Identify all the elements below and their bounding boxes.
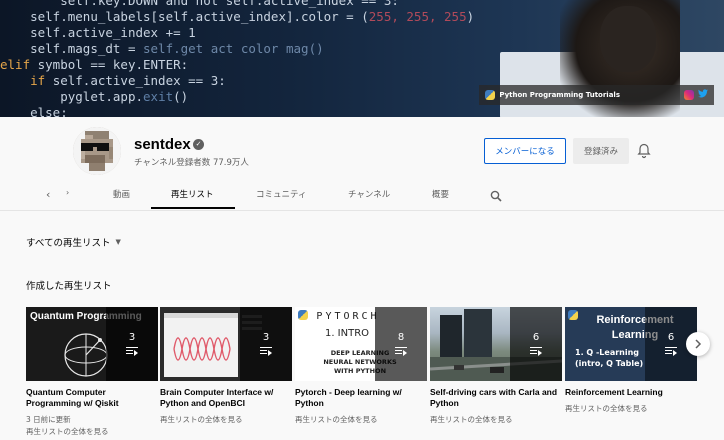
banner-code-line: self.key.DOWN and not self.active_index … bbox=[60, 0, 399, 8]
view-full-playlist-link[interactable]: 再生リストの全体を見る bbox=[430, 414, 562, 425]
banner-code-line: else: bbox=[30, 105, 68, 117]
playlist-thumbnail[interactable]: Quantum Programming 3 bbox=[26, 307, 158, 381]
banner-code-line: self.menu_labels[self.active_index].colo… bbox=[30, 9, 475, 24]
playlist-icon bbox=[665, 347, 677, 356]
playlist-thumbnail[interactable]: 3 bbox=[160, 307, 292, 381]
playlist-title[interactable]: Quantum Computer Programming w/ Qiskit bbox=[26, 387, 158, 409]
python-logo-icon bbox=[485, 90, 496, 100]
chevron-right-icon bbox=[695, 339, 702, 349]
playlist-card[interactable]: PYTORCH 1. INTRO DEEP LEARNING NEURAL NE… bbox=[295, 307, 427, 425]
channel-tabs: ‹ › 動画 再生リスト コミュニティ チャンネル 概要 bbox=[0, 183, 724, 210]
section-title: 作成した再生リスト bbox=[26, 281, 112, 292]
playlist-count-overlay: 8 bbox=[375, 307, 427, 381]
playlists-section: すべての再生リスト ▼ 作成した再生リスト Quantum Programmin… bbox=[0, 210, 724, 440]
playlist-card[interactable]: 3 Brain Computer Interface w/ Python and… bbox=[160, 307, 292, 425]
playlist-icon bbox=[395, 347, 407, 356]
twitter-icon[interactable] bbox=[698, 89, 708, 101]
playlist-title[interactable]: Brain Computer Interface w/ Python and O… bbox=[160, 387, 292, 409]
banner-code: self.key.DOWN and not self.active_index … bbox=[0, 0, 474, 117]
subscriber-count: チャンネル登録者数 77.9万人 bbox=[134, 158, 249, 168]
python-programming-link[interactable]: Python Programming Tutorials bbox=[485, 90, 620, 100]
join-membership-button[interactable]: メンバーになる bbox=[484, 138, 566, 164]
video-count: 6 bbox=[532, 332, 540, 343]
playlist-thumbnail[interactable]: PYTORCH 1. INTRO DEEP LEARNING NEURAL NE… bbox=[295, 307, 427, 381]
tab-playlists[interactable]: 再生リスト bbox=[171, 188, 214, 200]
video-count: 3 bbox=[128, 332, 136, 343]
thumbnail-subtitle: 1. Q -Learning (intro, Q Table) bbox=[575, 348, 644, 368]
playlist-title[interactable]: Pytorch - Deep learning w/ Python bbox=[295, 387, 427, 409]
sort-label: すべての再生リスト bbox=[26, 238, 111, 249]
video-count: 3 bbox=[262, 332, 270, 343]
bell-icon[interactable] bbox=[637, 143, 651, 159]
playlist-card[interactable]: Quantum Programming 3 Quantum Computer P… bbox=[26, 307, 158, 437]
tab-channels[interactable]: チャンネル bbox=[348, 188, 390, 200]
channel-name[interactable]: sentdex bbox=[134, 136, 191, 153]
playlist-icon bbox=[260, 347, 272, 356]
playlist-title[interactable]: Reinforcement Learning bbox=[565, 387, 697, 398]
playlist-count-overlay: 3 bbox=[106, 307, 158, 381]
check-circle-icon: ✓ bbox=[193, 139, 204, 150]
playlist-updated: 3 日前に更新 bbox=[26, 415, 71, 424]
playlist-thumbnail[interactable]: 6 bbox=[430, 307, 562, 381]
banner-links: Python Programming Tutorials bbox=[479, 85, 714, 105]
caret-down-icon: ▼ bbox=[115, 238, 121, 246]
playlist-thumbnail[interactable]: Reinforcement Learning 1. Q -Learning (i… bbox=[565, 307, 697, 381]
active-tab-indicator bbox=[151, 207, 235, 209]
playlist-icon bbox=[126, 347, 138, 356]
channel-banner: self.key.DOWN and not self.active_index … bbox=[0, 0, 724, 117]
playlist-card[interactable]: 6 Self-driving cars with Carla and Pytho… bbox=[430, 307, 562, 425]
tab-more[interactable]: › bbox=[66, 188, 69, 197]
video-count: 6 bbox=[667, 332, 675, 343]
python-logo-icon bbox=[568, 310, 578, 320]
banner-link-label: Python Programming Tutorials bbox=[499, 91, 620, 99]
banner-code-line: elif symbol == key.ENTER: bbox=[0, 57, 189, 72]
carousel-next-button[interactable] bbox=[686, 332, 710, 356]
tab-about[interactable]: 概要 bbox=[432, 188, 449, 200]
tab-community[interactable]: コミュニティ bbox=[256, 188, 307, 200]
avatar[interactable] bbox=[73, 127, 121, 175]
search-icon[interactable] bbox=[490, 187, 502, 202]
playlist-card[interactable]: Reinforcement Learning 1. Q -Learning (i… bbox=[565, 307, 697, 414]
banner-code-line: if self.active_index == 3: bbox=[30, 73, 226, 88]
banner-person-head bbox=[600, 6, 656, 72]
view-full-playlist-link[interactable]: 再生リストの全体を見る bbox=[26, 426, 158, 437]
tabs-scroll-left-icon[interactable]: ‹ bbox=[46, 188, 50, 201]
view-full-playlist-link[interactable]: 再生リストの全体を見る bbox=[295, 414, 427, 425]
video-count: 8 bbox=[397, 332, 405, 343]
subscribed-button[interactable]: 登録済み bbox=[573, 138, 629, 164]
sort-playlists-dropdown[interactable]: すべての再生リスト ▼ bbox=[26, 235, 121, 249]
banner-code-line: self.active_index += 1 bbox=[30, 25, 196, 40]
banner-code-line: self.mags_dt = self.get act color mag() bbox=[30, 41, 324, 56]
instagram-icon[interactable] bbox=[684, 90, 694, 100]
playlist-title[interactable]: Self-driving cars with Carla and Python bbox=[430, 387, 562, 409]
tab-videos[interactable]: 動画 bbox=[113, 188, 130, 200]
view-full-playlist-link[interactable]: 再生リストの全体を見る bbox=[565, 403, 697, 414]
playlist-count-overlay: 6 bbox=[510, 307, 562, 381]
playlist-icon bbox=[530, 347, 542, 356]
playlist-count-overlay: 3 bbox=[240, 307, 292, 381]
view-full-playlist-link[interactable]: 再生リストの全体を見る bbox=[160, 414, 292, 425]
banner-code-line: pyglet.app.exit() bbox=[60, 89, 189, 104]
